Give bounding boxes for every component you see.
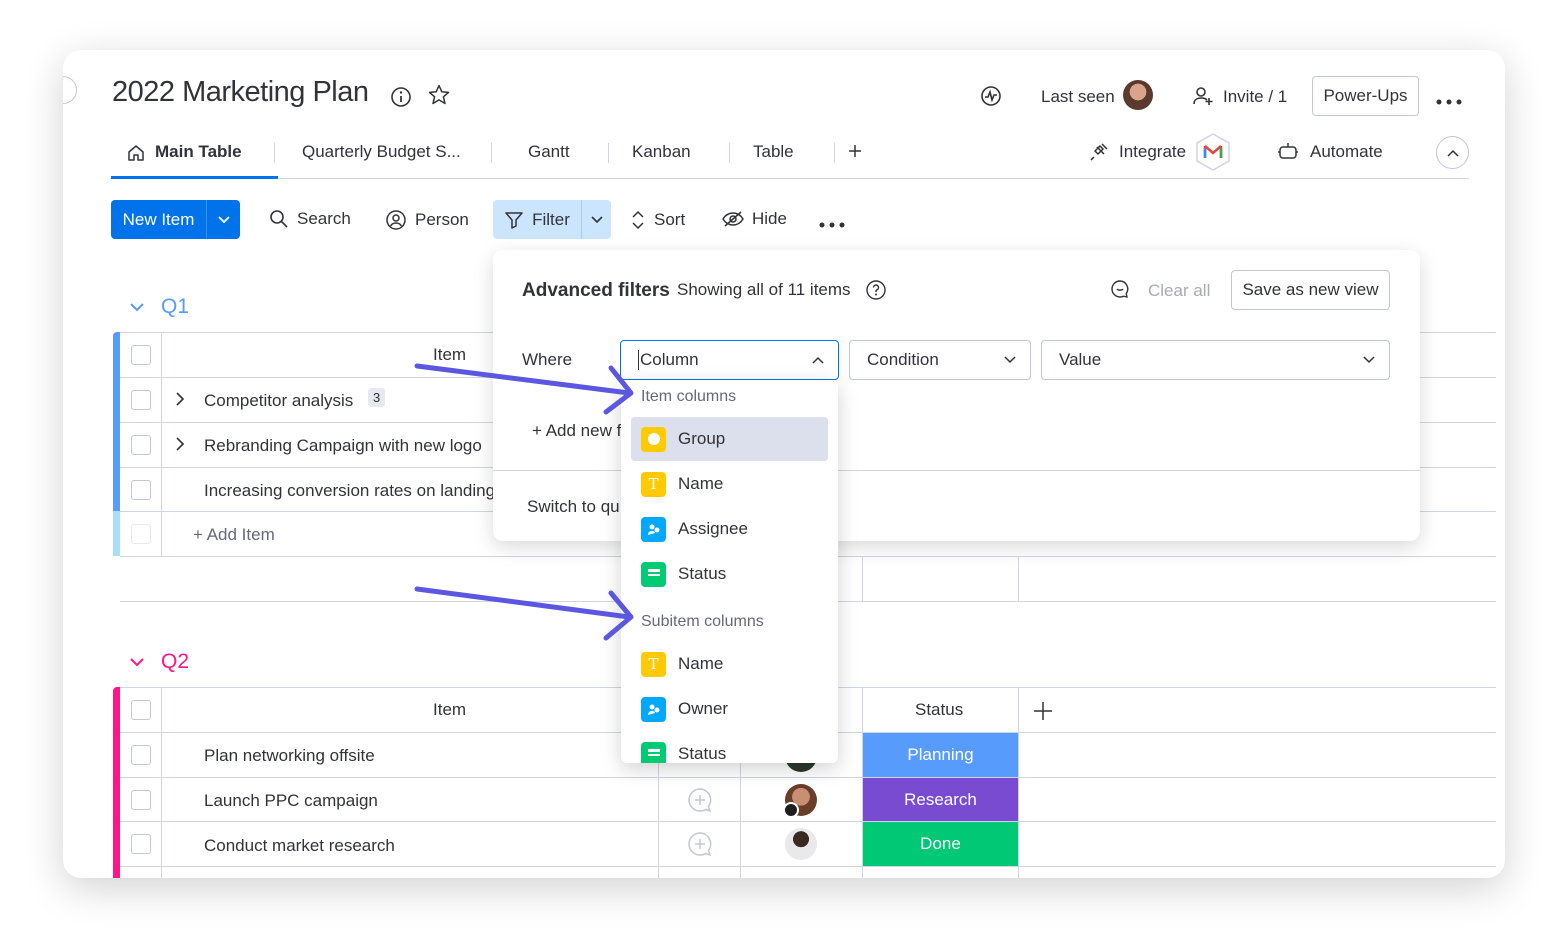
board-window: 2022 Marketing Plan Last seen Invite / 1… <box>63 50 1505 878</box>
arrow-to-item-columns <box>414 363 634 415</box>
arrow-to-subitem-columns <box>414 586 634 641</box>
annotation-arrows <box>414 363 634 641</box>
